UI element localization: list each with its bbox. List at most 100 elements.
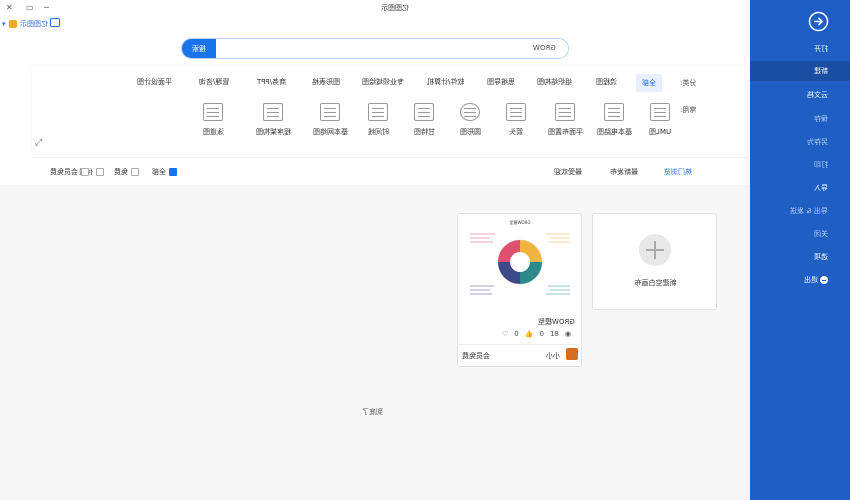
template-circle[interactable]: 圆形图 (447, 103, 493, 137)
search-button[interactable]: 搜索 (182, 39, 216, 58)
sidebar-item-import[interactable]: 导入 (814, 183, 828, 193)
template-gantt[interactable]: 甘特图 (401, 103, 447, 137)
tab-business[interactable]: 商务/PPT (257, 77, 286, 87)
template-timeline-label: 时间线 (367, 128, 389, 136)
checkbox-icon (96, 168, 104, 176)
checkbox-icon (131, 168, 139, 176)
thumb-title: GROW模型 (510, 219, 531, 225)
card-divider (458, 344, 583, 345)
end-of-list-text: 到底了 (362, 408, 383, 416)
grow-model-thumbnail-icon: GROW模型 (470, 219, 570, 295)
search-input[interactable]: GROW (533, 44, 556, 52)
template-thumbnail: GROW模型 (460, 216, 580, 312)
circle-diagram-icon (460, 103, 480, 121)
eye-icon: ◉ (564, 330, 571, 338)
sidebar-item-new[interactable]: 新建 (750, 61, 850, 81)
new-blank-canvas-label: 新建空白画布 (634, 279, 677, 287)
category-panel: 分类: 常用: 全部 流程图 组织结构图 思维导图 软件/计算机 专业领域绘图 … (32, 66, 748, 156)
template-swimlane-label: 泳道图 (202, 128, 224, 136)
template-floorplan-label: 平面布置图 (547, 128, 583, 136)
title-bar: ✕ ▭ ─ 亿图图示 (0, 0, 750, 16)
template-circuit[interactable]: 基本电路图 (591, 103, 637, 137)
sidebar-item-options[interactable]: 选项 (814, 252, 828, 262)
tab-management[interactable]: 管理/咨询 (199, 77, 229, 87)
view-count: 18 (549, 330, 559, 338)
sidebar-item-exit-label: 退出 (804, 276, 818, 284)
template-uml-label: UML图 (648, 128, 672, 136)
sort-filter-bar: 热门浏览 最新发布 最受欢迎 全部 免费 付费 会员免费 (32, 157, 748, 184)
app-logo-icon (8, 20, 17, 28)
tab-mindmap[interactable]: 思维导图 (487, 77, 515, 87)
template-card[interactable]: GROW模型 GROW模型 ♡ 0 👍 0 18 ◉ 会员免费 小小 (457, 213, 583, 367)
tab-org-chart[interactable]: 组织结构图 (537, 77, 572, 87)
filter-member-free-label: 会员免费 (50, 168, 78, 176)
brand-area[interactable]: ▾ 亿图图示 (2, 18, 60, 30)
filter-free[interactable]: 免费 (114, 167, 139, 177)
minimize-window-button[interactable]: ─ (44, 3, 49, 12)
checkbox-checked-icon (169, 168, 177, 176)
sidebar-item-exit[interactable]: 退出 (804, 275, 828, 285)
author-name[interactable]: 小小 (546, 351, 560, 361)
common-templates: UML图 基本电路图 平面布置图 箭头 圆形图 甘特图 时间线 基本网络图 程序… (182, 103, 707, 147)
tab-flowchart[interactable]: 流程图 (596, 77, 617, 87)
tab-graphic-design[interactable]: 平面设计图 (137, 77, 172, 87)
network-icon (320, 103, 340, 121)
template-stats: ♡ 0 👍 0 18 ◉ (502, 330, 571, 338)
plus-icon (639, 234, 671, 266)
category-tabs: 全部 流程图 组织结构图 思维导图 软件/计算机 专业领域绘图 图形表格 商务/… (132, 74, 717, 92)
filter-all[interactable]: 全部 (152, 167, 177, 177)
template-arrow-label: 箭头 (509, 128, 523, 136)
template-circle-label: 圆形图 (459, 128, 481, 136)
template-name: GROW模型 (538, 318, 575, 326)
template-network-label: 基本网络图 (312, 128, 348, 136)
template-architecture[interactable]: 程序架构图 (250, 103, 296, 137)
uml-icon (650, 103, 670, 121)
member-free-badge: 会员免费 (462, 352, 490, 360)
like-icon[interactable]: 👍 (525, 330, 534, 338)
restore-window-button[interactable]: ▭ (26, 3, 34, 12)
template-floorplan[interactable]: 平面布置图 (542, 103, 588, 137)
filter-member-free[interactable]: 会员免费 (50, 167, 89, 177)
window-title: 亿图图示 (381, 4, 409, 12)
template-architecture-label: 程序架构图 (255, 128, 291, 136)
floorplan-icon (555, 103, 575, 121)
tab-professional[interactable]: 专业领域绘图 (362, 77, 404, 87)
sort-newest[interactable]: 最新发布 (610, 167, 638, 177)
template-swimlane[interactable]: 泳道图 (190, 103, 236, 137)
close-window-button[interactable]: ✕ (6, 3, 13, 12)
template-timeline[interactable]: 时间线 (355, 103, 401, 137)
expand-icon[interactable]: ⤢ (35, 138, 42, 148)
back-arrow-icon[interactable] (808, 11, 829, 32)
template-network[interactable]: 基本网络图 (307, 103, 353, 137)
template-gantt-label: 甘特图 (413, 128, 435, 136)
favorite-icon[interactable]: ♡ (502, 330, 508, 338)
sidebar-item-close[interactable]: 关闭 (814, 229, 828, 239)
sidebar-item-save[interactable]: 保存 (814, 114, 828, 124)
like-count: 0 (539, 330, 544, 338)
sidebar-item-export[interactable]: 导出 & 发送 (790, 206, 828, 216)
tab-tables[interactable]: 图形表格 (312, 77, 340, 87)
chat-icon[interactable] (50, 18, 60, 27)
new-blank-canvas-card[interactable]: 新建空白画布 (592, 213, 717, 310)
filter-all-label: 全部 (152, 168, 166, 176)
search-bar: 搜索 GROW (181, 38, 569, 59)
tab-all[interactable]: 全部 (636, 74, 662, 92)
sidebar-item-cloud[interactable]: 云文档 (807, 90, 828, 100)
sidebar-item-save-as[interactable]: 另存为 (807, 137, 828, 147)
sidebar-item-open[interactable]: 打开 (814, 44, 828, 54)
avatar[interactable] (566, 348, 578, 360)
template-uml[interactable]: UML图 (637, 103, 683, 137)
circuit-icon (604, 103, 624, 121)
swimlane-icon (203, 103, 223, 121)
template-arrow[interactable]: 箭头 (493, 103, 539, 137)
arrow-icon (506, 103, 526, 121)
tab-software[interactable]: 软件/计算机 (427, 77, 464, 87)
sort-favorite[interactable]: 最受欢迎 (554, 167, 582, 177)
dropdown-icon[interactable]: ▾ (2, 20, 6, 28)
gantt-icon (414, 103, 434, 121)
search-button-label: 搜索 (192, 44, 206, 53)
brand-name: 亿图图示 (19, 20, 48, 28)
exit-icon (820, 276, 828, 284)
sidebar-item-print[interactable]: 打印 (814, 160, 828, 170)
sort-popular[interactable]: 热门浏览 (664, 167, 692, 177)
